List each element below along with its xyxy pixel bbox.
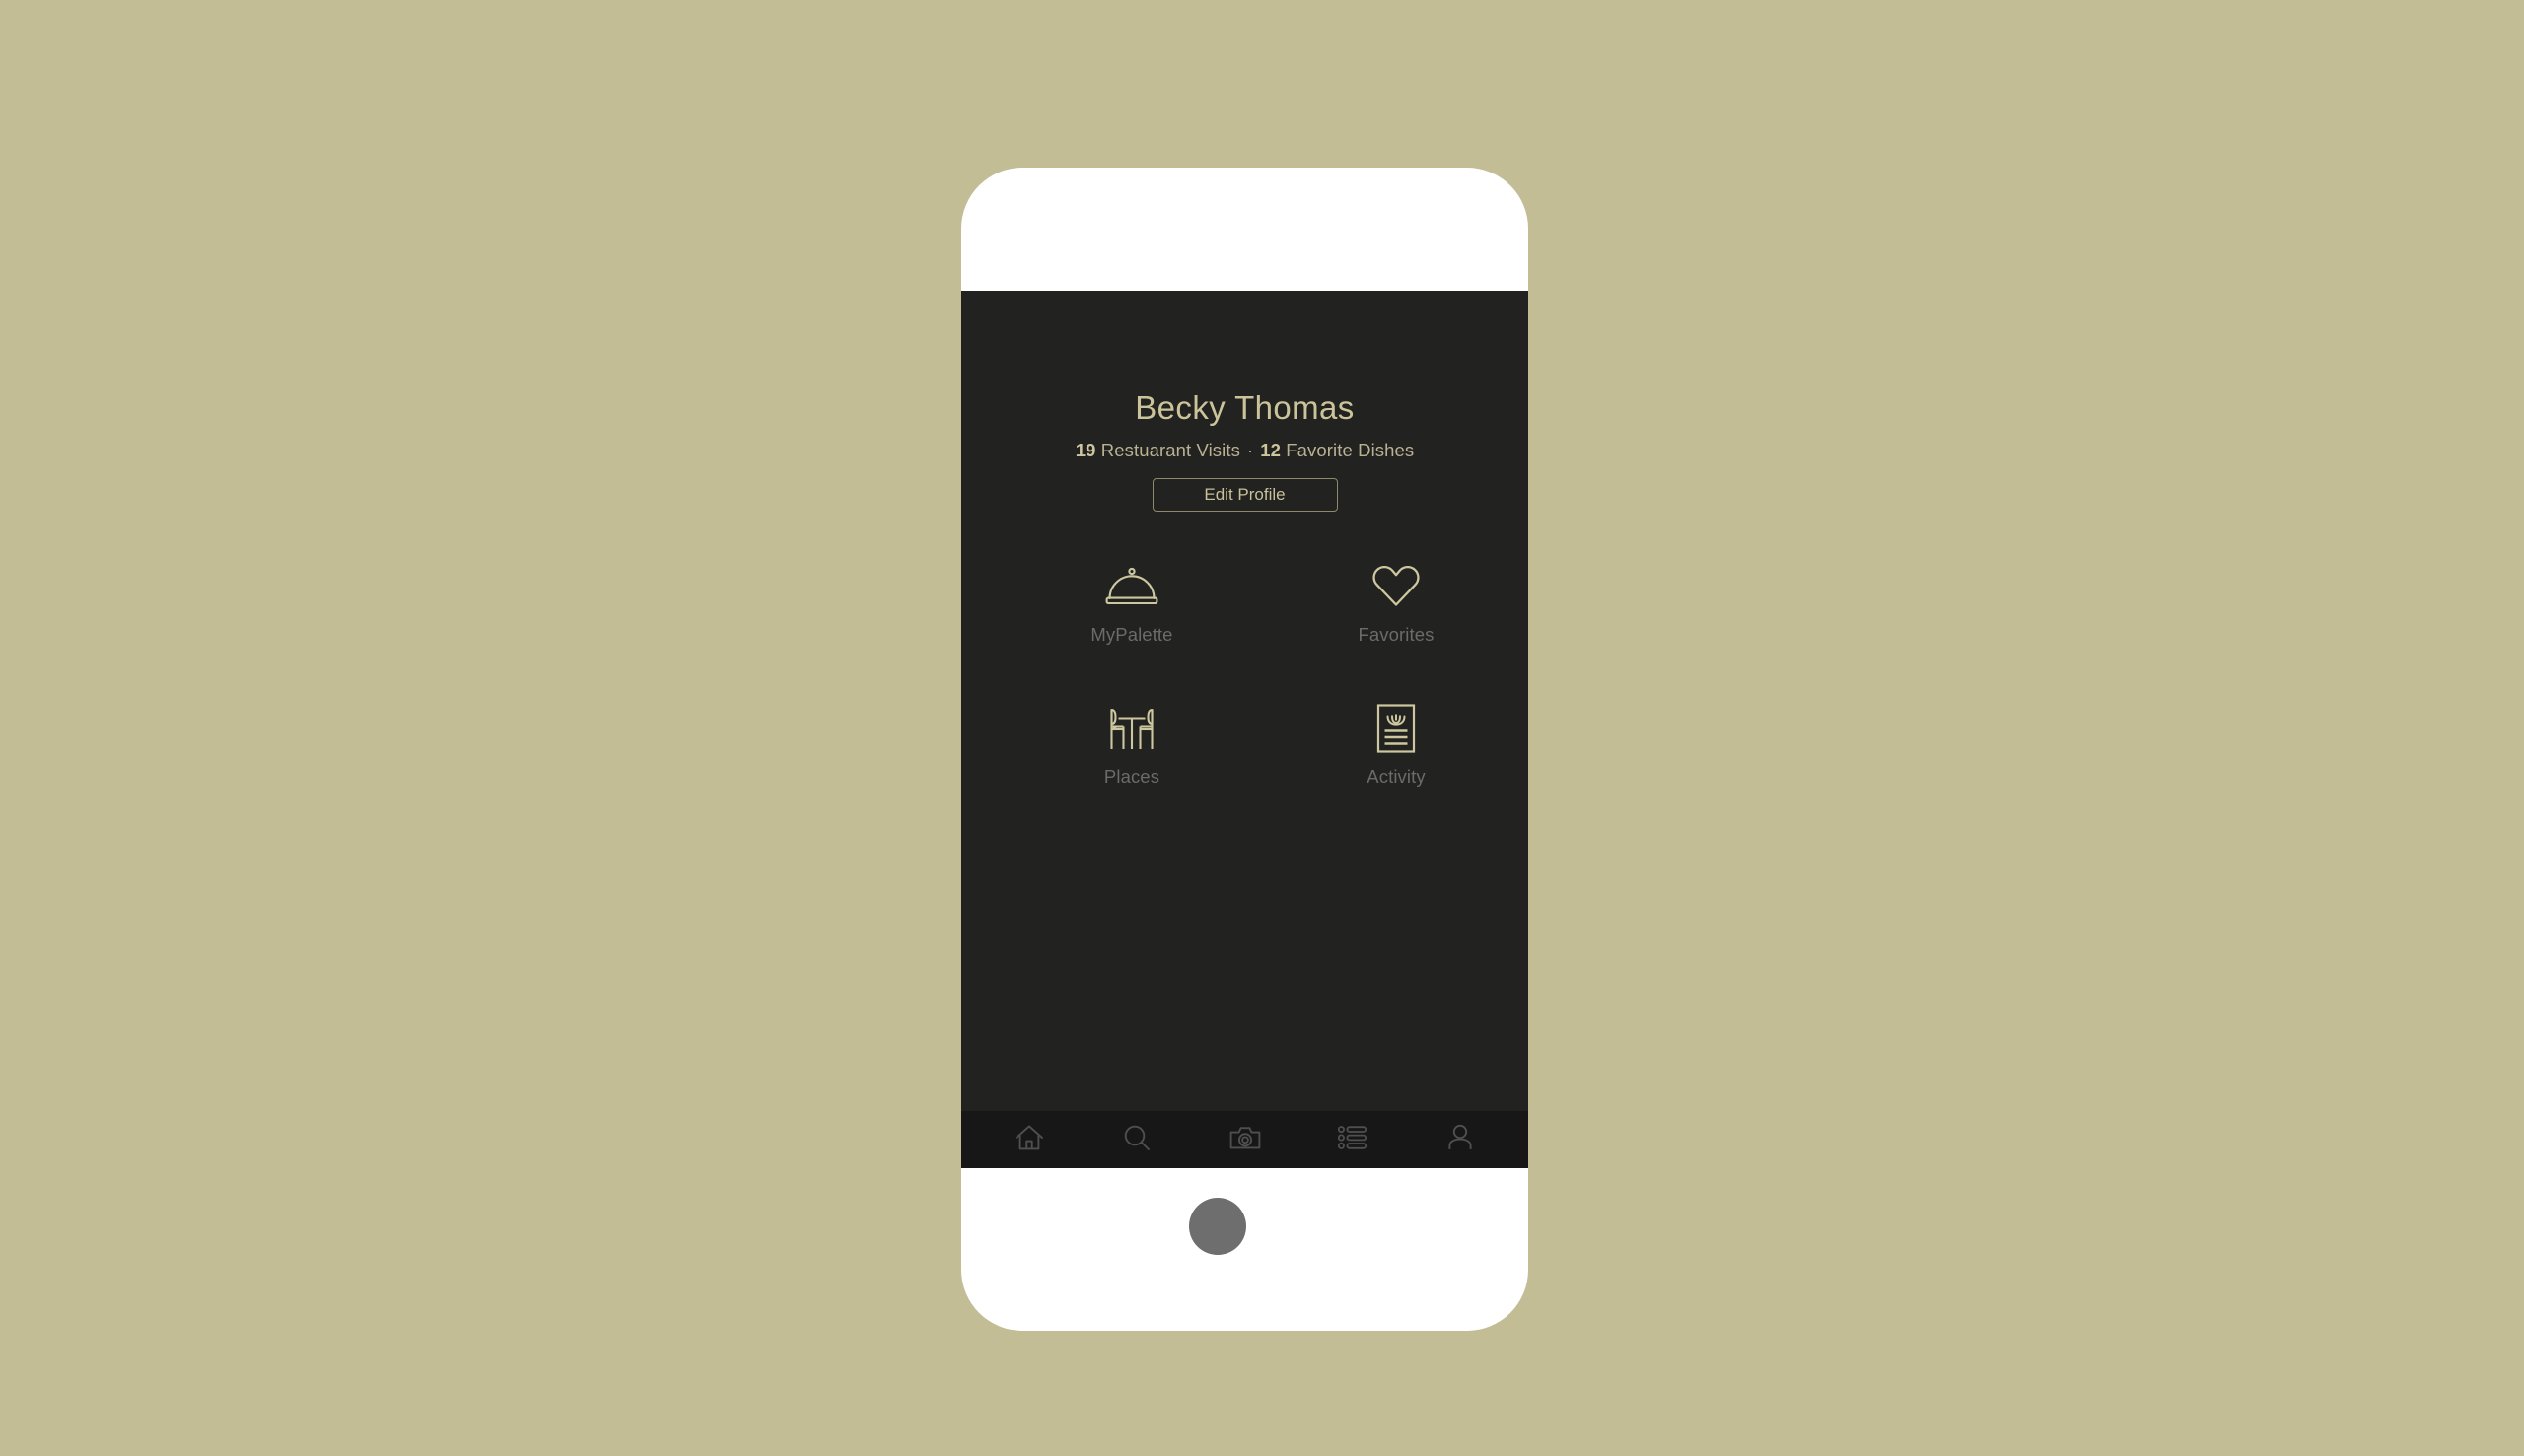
screenshot-stage: Becky Thomas 19 Restuarant Visits · 12 Fav… [0,0,2524,1456]
home-icon [1015,1124,1044,1156]
stats-separator: · [1246,440,1254,461]
heart-icon [1370,559,1422,614]
edit-profile-button[interactable]: Edit Profile [1152,478,1338,513]
feature-item-activity[interactable]: Activity [1264,701,1528,787]
feature-label-favorites: Favorites [1358,624,1435,645]
list-icon [1337,1125,1367,1155]
page-title: Becky Thomas [1135,389,1355,426]
bottom-tab-bar [961,1111,1528,1168]
feature-item-favorites[interactable]: Favorites [1264,559,1528,645]
phone-device-frame: Becky Thomas 19 Restuarant Visits · 12 Fav… [961,168,1528,1331]
feature-label-mypalette: MyPalette [1090,624,1173,645]
favorite-dishes-count: 12 [1260,440,1281,461]
favorite-dishes-text: Favorite Dishes [1286,440,1415,461]
person-icon [1447,1124,1473,1156]
tab-home[interactable] [975,1111,1083,1168]
cloche-icon [1104,559,1159,614]
menu-card-icon [1374,701,1418,756]
tab-profile[interactable] [1407,1111,1514,1168]
camera-icon [1229,1124,1261,1156]
table-chairs-icon [1106,701,1157,756]
tab-feed[interactable] [1298,1111,1406,1168]
search-icon [1123,1124,1151,1156]
restaurant-visits-text: Restuarant Visits [1100,440,1240,461]
feature-grid: MyPalette Favorites Places Activity [961,559,1528,786]
feature-label-places: Places [1103,765,1160,787]
tab-search[interactable] [1083,1111,1190,1168]
profile-stats-line: 19 Restuarant Visits · 12 Favorite Dishes [961,426,1528,461]
phone-screen: Becky Thomas 19 Restuarant Visits · 12 Fav… [961,291,1528,1168]
restaurant-visits-count: 19 [1075,440,1096,461]
feature-label-activity: Activity [1367,765,1426,787]
feature-item-mypalette[interactable]: MyPalette [1000,559,1264,645]
home-button[interactable] [1189,1198,1246,1255]
profile-header: Becky Thomas 19 Restuarant Visits · 12 Fav… [961,291,1528,513]
tab-camera[interactable] [1191,1111,1298,1168]
feature-item-places[interactable]: Places [1000,701,1264,787]
